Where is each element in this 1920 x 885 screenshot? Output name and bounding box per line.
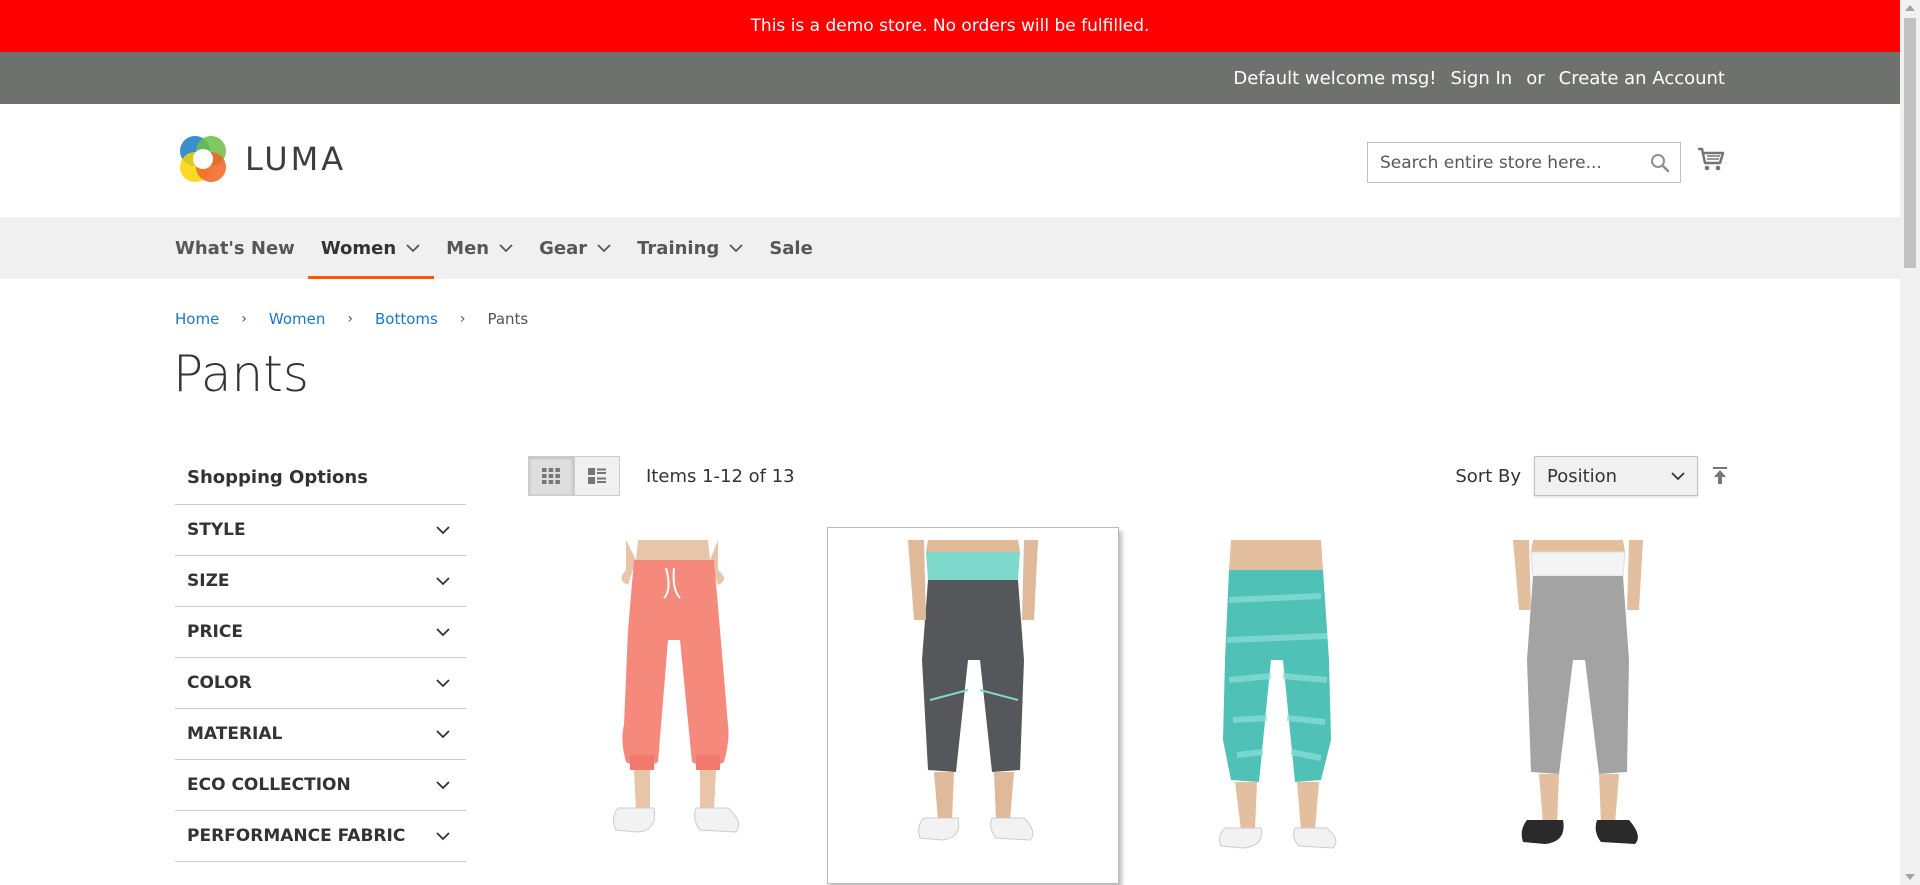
filter-label: Material	[187, 724, 283, 744]
breadcrumb-home[interactable]: Home	[175, 310, 219, 328]
product-item[interactable]	[528, 528, 820, 885]
chevron-down-icon	[436, 729, 450, 738]
breadcrumb-separator-icon: ›	[459, 311, 466, 327]
sign-in-link[interactable]: Sign In	[1451, 68, 1513, 89]
create-account-link[interactable]: Create an Account	[1559, 68, 1725, 89]
chevron-down-icon	[436, 831, 450, 840]
product-grid	[528, 527, 1728, 885]
products-toolbar: Items 1-12 of 13 Sort By Position	[528, 456, 1728, 497]
product-item[interactable]	[827, 527, 1119, 884]
filter-label: Performance Fabric	[187, 826, 406, 846]
panel-header: Default welcome msg! Sign In or Create a…	[0, 52, 1900, 104]
cart-icon[interactable]	[1696, 144, 1726, 174]
breadcrumb-bottoms[interactable]: Bottoms	[375, 310, 438, 328]
nav-label: Sale	[769, 237, 813, 259]
sort-by-value: Position	[1547, 465, 1618, 487]
nav-label: Training	[637, 237, 720, 259]
or-separator: or	[1526, 67, 1545, 89]
product-item[interactable]	[1433, 528, 1725, 885]
minicart[interactable]	[1696, 144, 1726, 178]
scroll-up-arrow-icon[interactable]	[1905, 5, 1915, 11]
page-title: Pants	[173, 345, 309, 403]
grid-view-button[interactable]	[528, 456, 574, 496]
welcome-message: Default welcome msg!	[1233, 67, 1437, 89]
search-box[interactable]	[1367, 142, 1681, 183]
main-navigation: What's New Women Men Gear Training Sale	[0, 217, 1900, 279]
search-input[interactable]	[1368, 152, 1638, 173]
filter-label: Eco Collection	[187, 775, 351, 795]
chevron-down-icon	[597, 243, 611, 252]
shopping-options-sidebar: Shopping Options Style Size Price Color …	[175, 455, 466, 862]
product-image-charcoal-capri-teal-band[interactable]	[868, 540, 1080, 870]
header-main: LUMA	[0, 104, 1900, 217]
product-image-pink-sweatpants[interactable]	[568, 540, 780, 870]
chevron-down-icon	[436, 780, 450, 789]
sorter: Sort By Position	[1455, 456, 1728, 496]
filter-label: Style	[187, 520, 246, 540]
chevron-down-icon	[499, 243, 513, 252]
chevron-down-icon	[436, 678, 450, 687]
breadcrumb: Home › Women › Bottoms › Pants	[175, 310, 528, 328]
view-modes	[528, 456, 620, 496]
filter-price[interactable]: Price	[175, 607, 466, 658]
filter-label: Size	[187, 571, 230, 591]
breadcrumb-women[interactable]: Women	[269, 310, 325, 328]
sort-by-select[interactable]: Position	[1534, 456, 1698, 496]
demo-store-notice: This is a demo store. No orders will be …	[0, 0, 1900, 52]
toolbar-amount: Items 1-12 of 13	[646, 466, 795, 487]
product-image-gray-capri-white-band[interactable]	[1473, 540, 1685, 870]
chevron-down-icon	[436, 576, 450, 585]
filter-color[interactable]: Color	[175, 658, 466, 709]
nav-item-women[interactable]: Women	[307, 217, 435, 279]
luma-logo-icon	[180, 136, 226, 182]
chevron-down-icon	[436, 525, 450, 534]
nav-item-men[interactable]: Men	[446, 217, 513, 279]
nav-label: Men	[446, 237, 490, 259]
header-links: Default welcome msg! Sign In or Create a…	[1233, 52, 1725, 104]
filter-label: Color	[187, 673, 252, 693]
breadcrumb-separator-icon: ›	[241, 311, 247, 327]
nav-label: Gear	[539, 237, 588, 259]
filter-label: Price	[187, 622, 243, 642]
nav-item-training[interactable]: Training	[637, 217, 743, 279]
nav-item-whats-new[interactable]: What's New	[175, 217, 295, 279]
filter-style[interactable]: Style	[175, 505, 466, 556]
filter-material[interactable]: Material	[175, 709, 466, 760]
nav-label: What's New	[175, 237, 295, 259]
sort-direction-arrow-icon[interactable]	[1712, 466, 1728, 486]
sort-by-label: Sort By	[1455, 465, 1521, 487]
chevron-down-icon	[729, 243, 743, 252]
breadcrumb-current: Pants	[487, 310, 529, 328]
demo-notice-text: This is a demo store. No orders will be …	[750, 16, 1150, 36]
shopping-options-title: Shopping Options	[175, 455, 466, 505]
chevron-down-icon	[1671, 471, 1685, 480]
chevron-down-icon	[406, 243, 420, 252]
scrollbar-thumb[interactable]	[1904, 18, 1916, 268]
product-image-teal-print-capri[interactable]	[1171, 540, 1383, 870]
filter-performance-fabric[interactable]: Performance Fabric	[175, 811, 466, 862]
logo-text: LUMA	[245, 140, 347, 178]
page-scrollbar[interactable]	[1900, 0, 1920, 885]
chevron-down-icon	[436, 627, 450, 636]
scroll-down-arrow-icon[interactable]	[1905, 874, 1915, 880]
nav-label: Women	[320, 237, 397, 259]
search-icon[interactable]	[1650, 153, 1670, 173]
filter-size[interactable]: Size	[175, 556, 466, 607]
nav-item-sale[interactable]: Sale	[769, 217, 813, 279]
nav-item-gear[interactable]: Gear	[539, 217, 611, 279]
luma-logo[interactable]: LUMA	[175, 131, 346, 187]
list-view-button[interactable]	[574, 456, 620, 496]
filter-eco-collection[interactable]: Eco Collection	[175, 760, 466, 811]
breadcrumb-separator-icon: ›	[347, 311, 353, 327]
product-item[interactable]	[1131, 528, 1423, 885]
grid-icon	[542, 468, 560, 484]
list-icon	[588, 468, 606, 484]
